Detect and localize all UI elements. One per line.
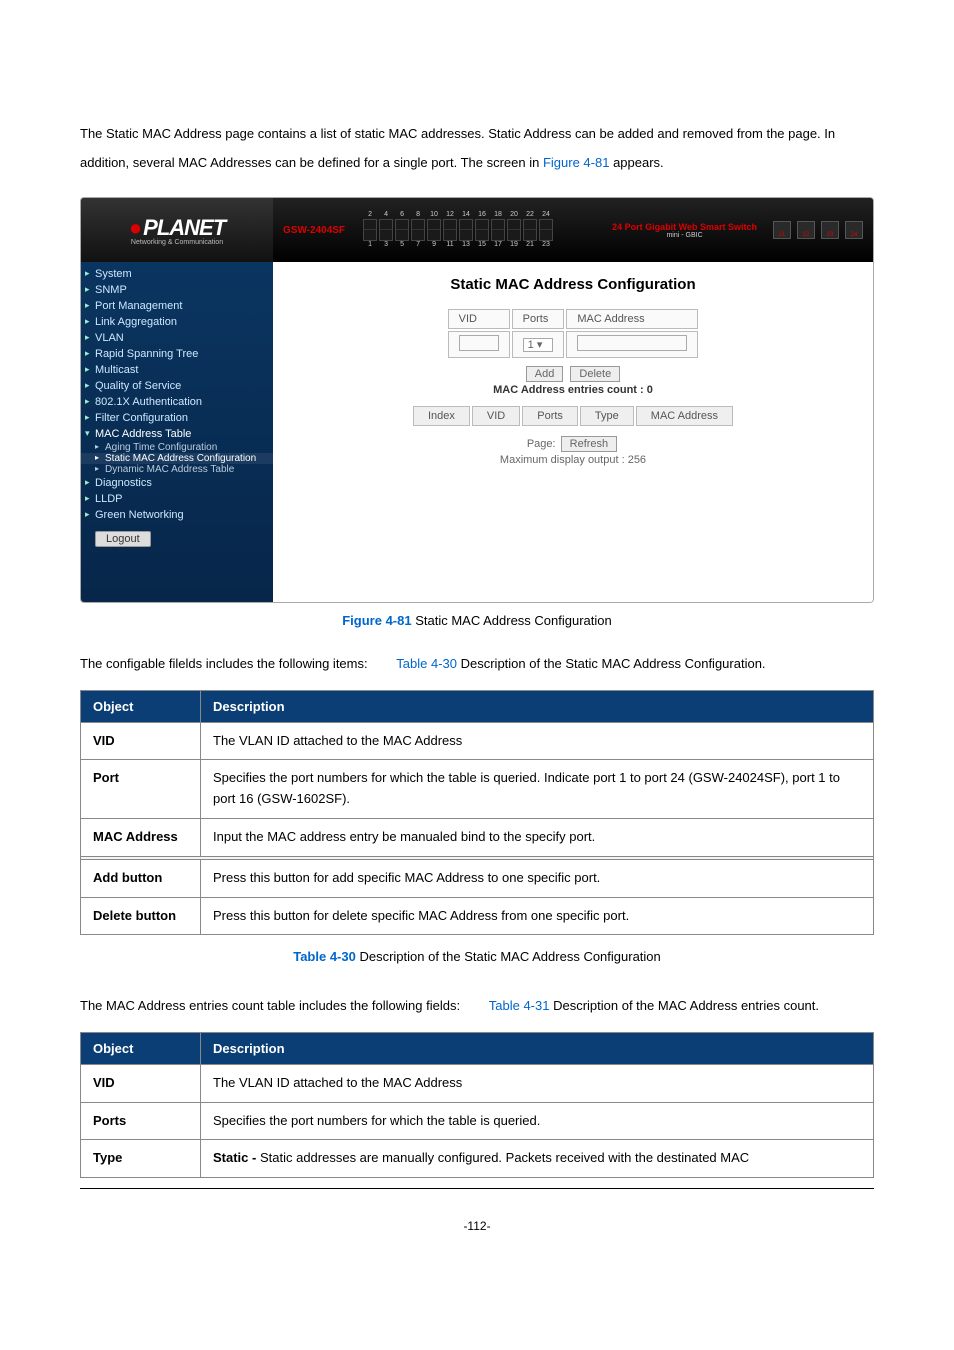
row-object: Ports	[81, 1102, 201, 1140]
page-label: Page:	[527, 438, 556, 450]
sidebar-nav: SystemSNMPPort ManagementLink Aggregatio…	[81, 262, 273, 602]
main-panel: Static MAC Address Configuration VID Por…	[273, 262, 873, 602]
entries-intro: The MAC Address entries count table incl…	[80, 994, 874, 1017]
intro-text: The Static MAC Address page contains a l…	[80, 126, 835, 170]
figure-link[interactable]: Figure 4-81	[543, 155, 609, 170]
sidebar-item[interactable]: Link Aggregation	[81, 314, 273, 330]
delete-button[interactable]: Delete	[570, 366, 620, 382]
sidebar-item[interactable]: Filter Configuration	[81, 410, 273, 426]
row-desc: Static - Static addresses are manually c…	[201, 1140, 874, 1178]
sidebar-item[interactable]: Port Management	[81, 298, 273, 314]
figure-caption: Figure 4-81 Static MAC Address Configura…	[80, 613, 874, 628]
page-number: -112-	[20, 1219, 934, 1233]
panel-title: Static MAC Address Configuration	[293, 276, 853, 293]
sidebar-item[interactable]: Rapid Spanning Tree	[81, 346, 273, 362]
port-status-panel: 214365871091211141316151817201922212423	[363, 211, 553, 249]
list-col-vid: VID	[472, 406, 520, 426]
th-object: Object	[81, 1032, 201, 1064]
sidebar-subitem[interactable]: Static MAC Address Configuration	[81, 453, 273, 464]
row-object: Delete button	[81, 897, 201, 935]
entries-count-label: MAC Address entries count : 0	[293, 384, 853, 396]
list-col-index: Index	[413, 406, 470, 426]
row-desc: Press this button for add specific MAC A…	[201, 859, 874, 897]
max-output-label: Maximum display output : 256	[293, 454, 853, 466]
sidebar-item[interactable]: VLAN	[81, 330, 273, 346]
config-table: ObjectDescription VIDThe VLAN ID attache…	[80, 690, 874, 936]
device-model: GSW-2404SF	[283, 225, 345, 236]
row-desc: Press this button for delete specific MA…	[201, 897, 874, 935]
logo-area: ●PLANET Networking & Communication	[81, 198, 273, 262]
sidebar-item[interactable]: Diagnostics	[81, 475, 273, 491]
list-col-ports: Ports	[522, 406, 578, 426]
col-mac: MAC Address	[566, 309, 698, 329]
config-intro: The configable filelds includes the foll…	[80, 652, 874, 675]
sidebar-item[interactable]: LLDP	[81, 491, 273, 507]
intro-paragraph: The Static MAC Address page contains a l…	[80, 120, 874, 177]
mac-input[interactable]	[577, 335, 687, 351]
th-desc: Description	[201, 1032, 874, 1064]
row-desc: Input the MAC address entry be manualed …	[201, 818, 874, 856]
add-button[interactable]: Add	[526, 366, 564, 382]
col-vid: VID	[448, 309, 510, 329]
brand-name: PLANET	[143, 215, 225, 240]
sidebar-item[interactable]: 802.1X Authentication	[81, 394, 273, 410]
sidebar-item[interactable]: MAC Address Table	[81, 426, 273, 442]
vid-input[interactable]	[459, 335, 499, 351]
sidebar-item[interactable]: System	[81, 266, 273, 282]
sidebar-subitem[interactable]: Aging Time Configuration	[81, 442, 273, 453]
sidebar-item[interactable]: Green Networking	[81, 507, 273, 523]
intro-tail: appears.	[609, 155, 663, 170]
brand-tagline: Networking & Communication	[131, 239, 223, 246]
config-table-caption: Table 4-30 Description of the Static MAC…	[80, 949, 874, 964]
logout-button[interactable]: Logout	[95, 531, 151, 547]
row-desc: Specifies the port numbers for which the…	[201, 760, 874, 819]
refresh-button[interactable]: Refresh	[561, 436, 618, 452]
th-object: Object	[81, 690, 201, 722]
ports-select[interactable]: 1 ▾	[523, 338, 554, 352]
list-col-type: Type	[580, 406, 634, 426]
sidebar-item[interactable]: Quality of Service	[81, 378, 273, 394]
list-col-mac: MAC Address	[636, 406, 733, 426]
entries-table: ObjectDescription VIDThe VLAN ID attache…	[80, 1032, 874, 1178]
row-desc: The VLAN ID attached to the MAC Address	[201, 722, 874, 760]
gbic-slots: 21222324	[773, 221, 863, 239]
device-title: 24 Port Gigabit Web Smart Switch mini - …	[612, 222, 757, 239]
sidebar-subitem[interactable]: Dynamic MAC Address Table	[81, 464, 273, 475]
row-object: MAC Address	[81, 818, 201, 856]
th-desc: Description	[201, 690, 874, 722]
row-desc: Specifies the port numbers for which the…	[201, 1102, 874, 1140]
col-ports: Ports	[512, 309, 565, 329]
sidebar-item[interactable]: SNMP	[81, 282, 273, 298]
row-object: Type	[81, 1140, 201, 1178]
row-desc: The VLAN ID attached to the MAC Address	[201, 1064, 874, 1102]
row-object: VID	[81, 722, 201, 760]
sidebar-item[interactable]: Multicast	[81, 362, 273, 378]
embedded-screenshot: ●PLANET Networking & Communication GSW-2…	[80, 197, 874, 603]
logo-dot-icon: ●	[129, 215, 141, 240]
row-object: VID	[81, 1064, 201, 1102]
row-object: Add button	[81, 859, 201, 897]
row-object: Port	[81, 760, 201, 819]
